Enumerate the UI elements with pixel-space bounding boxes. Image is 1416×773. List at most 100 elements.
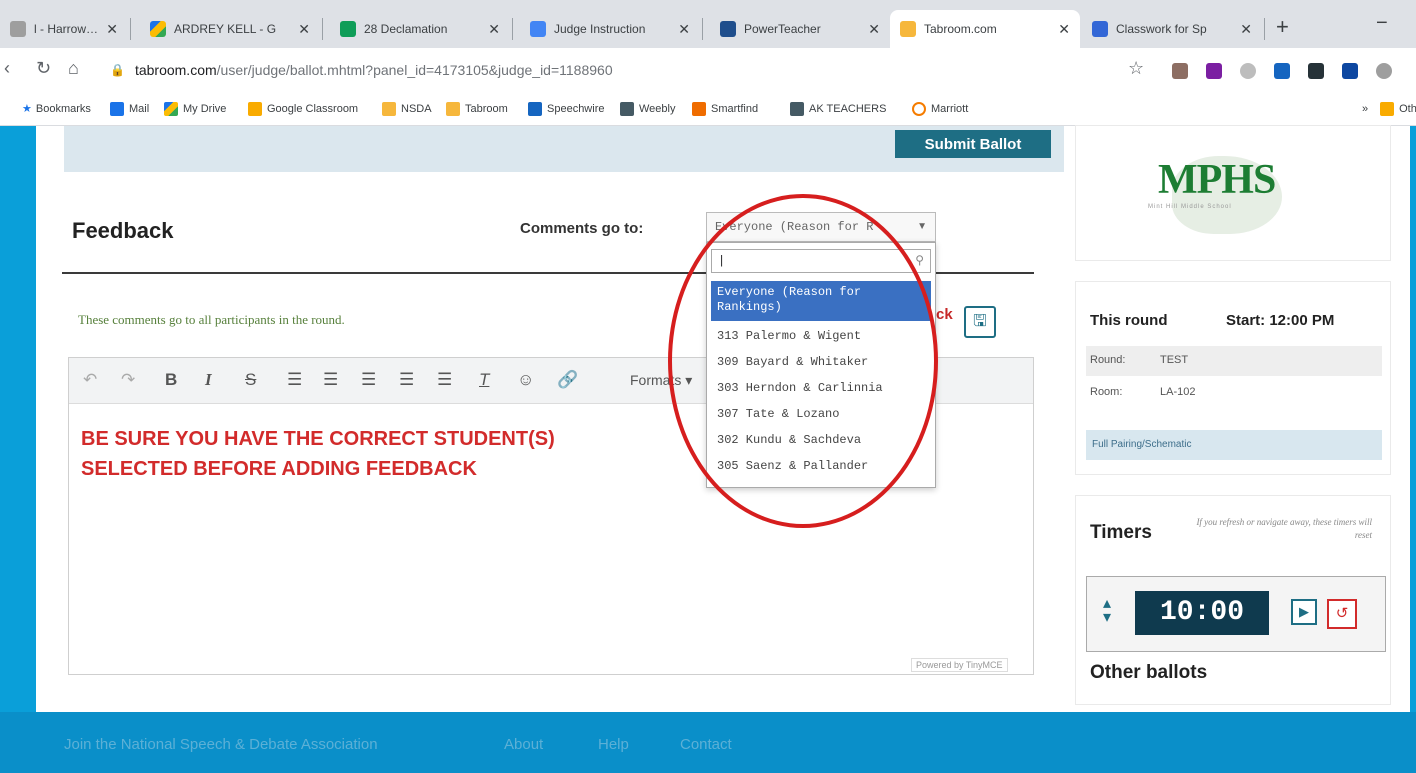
chevron-down-icon: ▼ (917, 221, 927, 232)
bookmark-label: Bookmarks (35, 102, 91, 115)
tab-title: PowerTeacher (744, 22, 821, 36)
option-303[interactable]: 303 Herndon & Carlinnia (711, 375, 931, 401)
submit-ballot-button[interactable]: Submit Ballot (895, 130, 1051, 158)
tab-declamation[interactable]: 28 Declamation ✕ (330, 10, 510, 48)
close-icon[interactable]: ✕ (298, 21, 310, 38)
bookmark-my-drive[interactable]: My Drive (164, 102, 226, 116)
extension-icon[interactable] (1342, 63, 1358, 79)
tab-classwork[interactable]: Classwork for Sp ✕ (1082, 10, 1262, 48)
option-313[interactable]: 313 Palermo & Wigent (711, 323, 931, 349)
bookmark-bookmarks[interactable]: ★ Bookmarks (22, 102, 91, 116)
bookmark-speechwire[interactable]: Speechwire (528, 102, 604, 116)
emoticon-icon[interactable]: ☺ (517, 370, 534, 390)
tab-ardrey-kell[interactable]: ARDREY KELL - G ✕ (140, 10, 320, 48)
comments-recipient-select[interactable]: Everyone (Reason for R ▼ (706, 212, 936, 242)
strikethrough-icon[interactable]: S (245, 370, 256, 390)
clear-formatting-icon[interactable]: T (479, 370, 489, 390)
tabroom-icon (900, 21, 916, 37)
align-left-icon[interactable]: ☰ (287, 370, 302, 390)
extension-icon[interactable] (1274, 63, 1290, 79)
bookmark-google-classroom[interactable]: Google Classroom (248, 102, 358, 116)
address-bar[interactable]: 🔒 tabroom.com /user/judge/ballot.mhtml?p… (110, 56, 1110, 84)
option-309[interactable]: 309 Bayard & Whitaker (711, 349, 931, 375)
tab-title: ARDREY KELL - G (174, 22, 277, 36)
formats-dropdown[interactable]: Formats ▾ (630, 372, 692, 389)
footer-link-help[interactable]: Help (598, 736, 629, 753)
bookmark-marriott[interactable]: Marriott (912, 102, 968, 116)
align-center-icon[interactable]: ☰ (323, 370, 338, 390)
bookmark-nsda[interactable]: NSDA (382, 102, 432, 116)
align-right-icon[interactable]: ☰ (361, 370, 376, 390)
option-everyone[interactable]: Everyone (Reason for Rankings) (711, 281, 931, 321)
bookmark-ak-teachers[interactable]: AK TEACHERS (790, 102, 886, 116)
play-icon[interactable]: ▶ (1291, 599, 1317, 625)
bookmark-overflow[interactable]: » Oth (1362, 102, 1416, 116)
tab-powerteacher[interactable]: PowerTeacher ✕ (710, 10, 890, 48)
extension-icon[interactable] (1308, 63, 1324, 79)
home-icon[interactable]: ⌂ (68, 58, 79, 79)
footer-link-contact[interactable]: Contact (680, 736, 732, 753)
bookmark-star-icon[interactable]: ☆ (1128, 58, 1144, 79)
bookmark-weebly[interactable]: Weebly (620, 102, 675, 116)
reset-icon[interactable]: ↺ (1327, 599, 1357, 629)
tab-tabroom[interactable]: Tabroom.com ✕ (890, 10, 1080, 48)
timer-stepper[interactable]: ▴ ▾ (1103, 596, 1111, 626)
extension-icon[interactable] (1376, 63, 1392, 79)
indent-icon[interactable]: ☰ (437, 370, 452, 390)
link-icon[interactable]: 🔗 (557, 370, 578, 390)
nsda-icon (382, 102, 396, 116)
timer-display: 10:00 (1135, 591, 1269, 635)
dropdown-search-input[interactable]: | ⚲ (711, 249, 931, 273)
bookmark-mail[interactable]: Mail (110, 102, 149, 116)
tab-separator (322, 18, 323, 40)
bookmark-smartfind[interactable]: Smartfind (692, 102, 758, 116)
option-305[interactable]: 305 Saenz & Pallander (711, 453, 931, 479)
full-pairing-link[interactable]: Full Pairing/Schematic (1086, 430, 1382, 460)
bookmark-tabroom[interactable]: Tabroom (446, 102, 508, 116)
extension-icon[interactable] (1172, 63, 1188, 79)
bookmark-label: Weebly (639, 103, 676, 115)
marriott-icon (912, 102, 926, 116)
school-logo: MPHS (1158, 157, 1276, 203)
footer-link-about[interactable]: About (504, 736, 543, 753)
extension-icon[interactable] (1240, 63, 1256, 79)
tab-separator (512, 18, 513, 40)
new-tab-button[interactable]: + (1276, 14, 1289, 40)
reload-icon[interactable]: ↻ (36, 58, 51, 79)
browser-toolbar: ‹ ↻ ⌂ 🔒 tabroom.com /user/judge/ballot.m… (0, 48, 1416, 92)
redo-icon[interactable]: ↷ (121, 370, 135, 390)
google-docs-icon (530, 21, 546, 37)
formats-label: Formats (630, 372, 682, 388)
close-icon[interactable]: ✕ (488, 21, 500, 38)
comments-go-to-label: Comments go to: (520, 220, 644, 237)
close-icon[interactable]: ✕ (1240, 21, 1252, 38)
tabroom-icon (446, 102, 460, 116)
option-302[interactable]: 302 Kundu & Sachdeva (711, 427, 931, 453)
editor-warning-text[interactable]: BE SURE YOU HAVE THE CORRECT STUDENT(S) … (81, 424, 555, 484)
back-icon[interactable]: ‹ (4, 58, 10, 79)
extension-icon[interactable] (1206, 63, 1222, 79)
bold-icon[interactable]: B (165, 370, 177, 390)
minimize-button[interactable]: − (1376, 12, 1388, 35)
room-value: LA-102 (1160, 386, 1196, 398)
close-icon[interactable]: ✕ (106, 21, 118, 38)
google-classroom-icon (248, 102, 262, 116)
tab-judge-instructions[interactable]: Judge Instruction ✕ (520, 10, 700, 48)
italic-icon[interactable]: I (205, 370, 212, 390)
timers-title: Timers (1090, 522, 1152, 543)
recipient-dropdown: | ⚲ Everyone (Reason for Rankings) 313 P… (706, 242, 936, 488)
outdent-icon[interactable]: ☰ (399, 370, 414, 390)
close-icon[interactable]: ✕ (678, 21, 690, 38)
tab-harrow[interactable]: l - Harrow Ch ✕ (0, 10, 128, 48)
save-icon[interactable]: 🖫 (964, 306, 996, 338)
warning-line-1: BE SURE YOU HAVE THE CORRECT STUDENT(S) (81, 428, 555, 450)
undo-icon[interactable]: ↶ (83, 370, 97, 390)
footer-link-nsda[interactable]: Join the National Speech & Debate Associ… (64, 736, 378, 753)
tab-favicon-icon (10, 21, 26, 37)
option-307[interactable]: 307 Tate & Lozano (711, 401, 931, 427)
page-background: Submit Ballot Feedback Comments go to: T… (0, 126, 1416, 773)
tab-separator (702, 18, 703, 40)
close-icon[interactable]: ✕ (1058, 21, 1070, 38)
close-icon[interactable]: ✕ (868, 21, 880, 38)
bookmark-label: Google Classroom (267, 103, 359, 115)
